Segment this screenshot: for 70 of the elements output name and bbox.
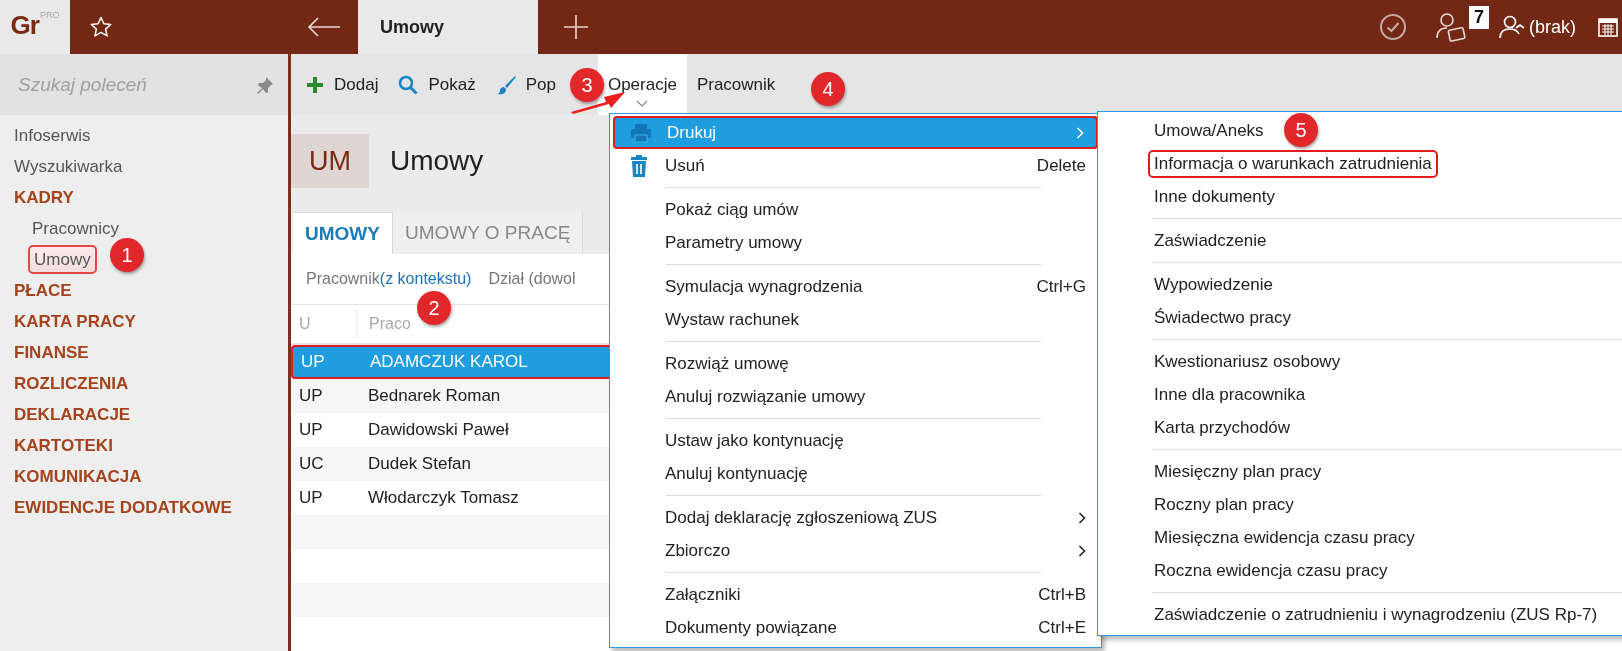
menu-item[interactable]: Świadectwo pracy [1148, 303, 1297, 332]
menu-item[interactable]: Rozwiąż umowę [613, 347, 1098, 380]
sidebar-item[interactable]: KOMUNIKACJA [0, 461, 288, 492]
menu-item[interactable]: Anuluj kontynuację [613, 457, 1098, 490]
menu-item[interactable]: Dodaj deklarację zgłoszeniową ZUS [613, 501, 1098, 534]
star-icon[interactable] [89, 15, 113, 39]
menu-item[interactable]: Informacja o warunkach zatrudnienia [1148, 149, 1438, 178]
menu-item[interactable]: Miesięczny plan pracy [1148, 457, 1328, 486]
sidebar-item[interactable]: Infoserwis [0, 120, 288, 151]
menu-item[interactable]: Inne dokumenty [1148, 182, 1281, 211]
printer-icon [630, 122, 652, 143]
chevron-right-icon [1076, 126, 1084, 139]
toolbar-button[interactable]: Pop [485, 54, 556, 115]
tab[interactable]: UMOWY [293, 212, 393, 254]
document-tab[interactable]: Umowy [358, 0, 538, 54]
menu-item[interactable]: Roczny plan pracy [1148, 490, 1300, 519]
search-bar[interactable]: Szukaj poleceń [0, 54, 288, 115]
plus-icon [306, 75, 324, 94]
sidebar-item[interactable]: KARTA PRACY [0, 306, 288, 337]
menu-item[interactable]: Ustaw jako kontynuację [613, 424, 1098, 457]
toolbar-button[interactable]: Pracownik [686, 54, 786, 115]
module-code: UM [291, 134, 369, 188]
user-icon[interactable] [1499, 14, 1525, 40]
menu-item[interactable]: Zbiorczo [613, 534, 1098, 567]
menu-item[interactable]: Inne dla pracownika [1148, 380, 1312, 409]
menu-item[interactable]: Kwestionariusz osobowy [1148, 347, 1347, 376]
sidebar-item[interactable]: Wyszukiwarka [0, 151, 288, 182]
menu-item[interactable]: Pokaż ciąg umów [613, 193, 1098, 226]
menu-item[interactable]: Zaświadczenie o zatrudnieniu i wynagrodzeniu (ZUS Rp-7) [1148, 600, 1604, 629]
sidebar-item[interactable]: ROZLICZENIA [0, 368, 288, 399]
menu-item[interactable]: Roczna ewidencja czasu pracy [1148, 556, 1394, 585]
caret-icon [636, 100, 649, 107]
menu-item[interactable]: Miesięczna ewidencja czasu pracy [1148, 523, 1421, 552]
user-name[interactable]: (brak) [1529, 16, 1576, 38]
menu-item[interactable]: Wypowiedzenie [1148, 270, 1279, 299]
trash-icon [630, 154, 648, 177]
page-title: Umowy [390, 145, 484, 177]
menu-item[interactable]: Symulacja wynagrodzenia Ctrl+G [613, 270, 1098, 303]
chevron-right-icon [1078, 511, 1086, 524]
search-icon [398, 74, 419, 95]
menu-item[interactable]: Dokumenty powiązane Ctrl+E [613, 611, 1098, 644]
menu-item[interactable]: Załączniki Ctrl+B [613, 578, 1098, 611]
filter-label[interactable]: Pracownik(z kontekstu) [306, 270, 472, 288]
sidebar-item[interactable]: DEKLARACJE [0, 399, 288, 430]
brush-icon [495, 74, 516, 95]
count-badge: 7 [1468, 6, 1489, 29]
menu-item[interactable]: Usuń Delete [613, 149, 1098, 182]
sidebar-item[interactable]: FINANSE [0, 337, 288, 368]
menu-item[interactable]: Parametry umowy [613, 226, 1098, 259]
filter-label[interactable]: Dział (dowol [488, 270, 576, 288]
pin-icon[interactable] [256, 75, 274, 94]
check-circle-icon[interactable] [1378, 13, 1407, 41]
toolbar-button[interactable]: Pokaż [388, 54, 486, 115]
sidebar-item[interactable]: KADRY [0, 182, 288, 213]
new-tab-icon[interactable] [563, 14, 589, 40]
menu-item[interactable]: Umowa/Aneks [1148, 116, 1270, 145]
sidebar-subitem[interactable]: Umowy [28, 245, 97, 274]
menu-item[interactable]: Zaświadczenie [1148, 226, 1273, 255]
toolbar-button[interactable]: Dodaj [296, 54, 389, 115]
menu-item[interactable]: Karta przychodów [1148, 413, 1297, 442]
search-field[interactable]: Szukaj poleceń [16, 72, 256, 97]
sidebar-item[interactable]: PŁACE [0, 275, 288, 306]
sidebar-item[interactable]: KARTOTEKI [0, 430, 288, 461]
back-arrow-icon[interactable] [307, 16, 341, 38]
menu-item[interactable]: Wystaw rachunek [613, 303, 1098, 336]
user-card-icon[interactable] [1434, 12, 1467, 42]
chevron-right-icon [1078, 544, 1086, 557]
menu-item[interactable]: Anuluj rozwiązanie umowy [613, 380, 1098, 413]
calendar-icon[interactable] [1598, 17, 1618, 37]
sidebar-item[interactable]: EWIDENCJE DODATKOWE [0, 492, 288, 523]
